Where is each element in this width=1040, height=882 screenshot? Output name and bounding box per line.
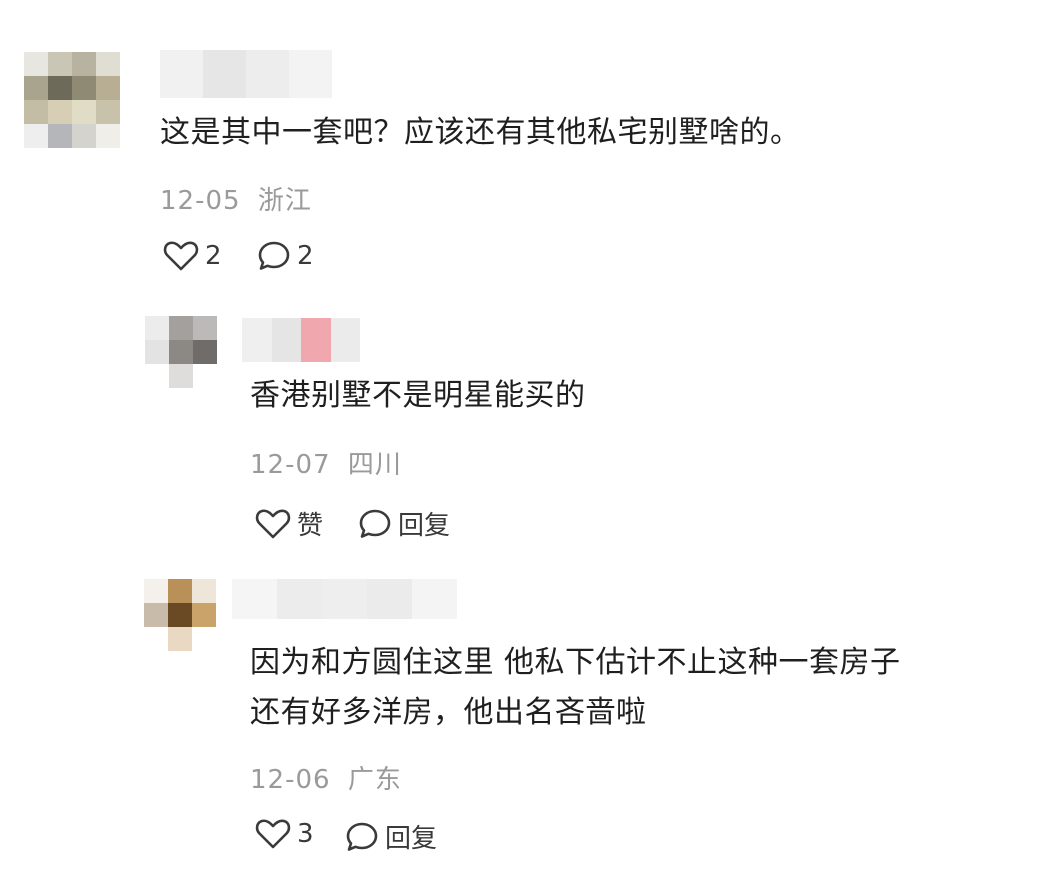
comment-date: 12-07 [250, 450, 331, 480]
heart-outline-icon [255, 508, 291, 540]
reply-comment-item: 香港别墅不是明星能买的 12-07 四川 赞 回复 [0, 300, 1040, 560]
heart-outline-icon [255, 818, 291, 850]
reply-comment-item: 因为和方圆住这里 他私下估计不止这种一套房子 还有好多洋房，他出名吝啬啦 12-… [0, 565, 1040, 882]
comment-meta: 12-05 浙江 [160, 180, 312, 217]
username-blurred[interactable] [160, 50, 332, 98]
username-blurred[interactable] [242, 318, 360, 362]
comment-text-line: 因为和方圆住这里 他私下估计不止这种一套房子 [250, 645, 901, 680]
comment-location: 广东 [347, 765, 402, 795]
comment-text-line: 还有好多洋房，他出名吝啬啦 [250, 695, 647, 730]
reply-label: 回复 [398, 511, 451, 541]
reply-button[interactable]: 回复 [345, 818, 437, 855]
comment-date: 12-05 [160, 186, 241, 216]
avatar[interactable] [144, 579, 216, 651]
comment-meta: 12-06 广东 [250, 759, 402, 796]
speech-bubble-icon [257, 240, 291, 272]
reply-button[interactable]: 2 [257, 240, 314, 272]
speech-bubble-icon [345, 821, 379, 853]
avatar[interactable] [145, 316, 217, 388]
heart-outline-icon [163, 240, 199, 272]
comment-location: 四川 [347, 450, 402, 480]
like-button[interactable]: 3 [255, 818, 314, 850]
username-blurred[interactable] [232, 579, 457, 619]
comment-meta: 12-07 四川 [250, 444, 402, 481]
comment-date: 12-06 [250, 765, 331, 795]
avatar[interactable] [24, 52, 120, 148]
speech-bubble-icon [358, 508, 392, 540]
like-button[interactable]: 赞 [255, 505, 323, 542]
comment-item: 这是其中一套吧？应该还有其他私宅别墅啥的。 12-05 浙江 2 2 [0, 0, 1040, 290]
comment-location: 浙江 [257, 186, 312, 216]
like-label: 赞 [297, 511, 324, 541]
reply-button[interactable]: 回复 [358, 505, 450, 542]
comment-text: 香港别墅不是明星能买的 [250, 378, 586, 413]
reply-label: 回复 [385, 824, 438, 854]
like-count: 2 [205, 241, 222, 271]
reply-count: 2 [297, 241, 314, 271]
like-button[interactable]: 2 [163, 240, 222, 272]
like-count: 3 [297, 819, 314, 849]
comment-text: 这是其中一套吧？应该还有其他私宅别墅啥的。 [160, 115, 801, 150]
